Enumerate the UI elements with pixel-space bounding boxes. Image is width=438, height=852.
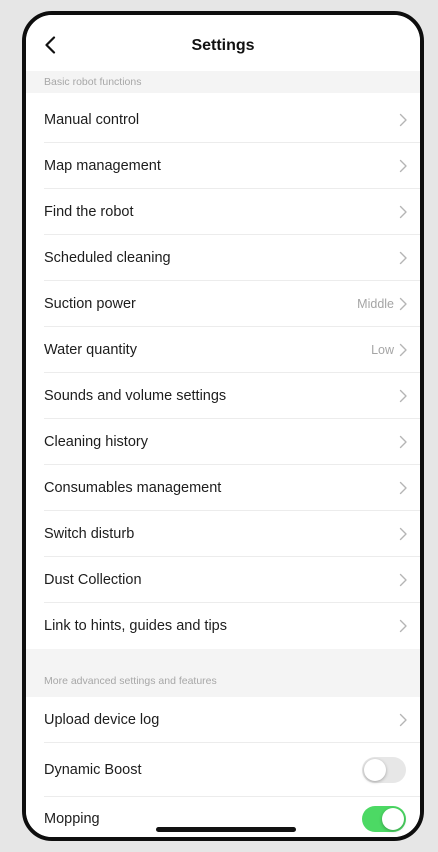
row-label: Find the robot [44,204,134,220]
row-label: Sounds and volume settings [44,388,227,404]
row-label: Dynamic Boost [44,762,142,778]
row-upload-device-log[interactable]: Upload device log [26,697,420,743]
row-label: Consumables management [44,480,222,496]
mopping-toggle[interactable] [362,806,406,832]
row-label: Manual control [44,112,140,128]
row-label: Map management [44,158,161,174]
home-indicator[interactable] [156,827,296,832]
phone-frame: Settings Basic robot functions Manual co… [22,11,424,841]
page-title: Settings [191,37,255,54]
row-suction-power[interactable]: Suction power Middle [26,281,420,327]
row-map-management[interactable]: Map management [26,143,420,189]
row-find-the-robot[interactable]: Find the robot [26,189,420,235]
row-label: Link to hints, guides and tips [44,618,227,634]
row-cleaning-history[interactable]: Cleaning history [26,419,420,465]
row-consumables-management[interactable]: Consumables management [26,465,420,511]
navigation-bar: Settings [26,15,420,71]
dynamic-boost-toggle[interactable] [362,757,406,783]
row-water-quantity[interactable]: Water quantity Low [26,327,420,373]
row-label: Switch disturb [44,526,135,542]
chevron-right-icon [399,573,407,587]
section-header-advanced: More advanced settings and features [26,649,420,697]
row-scheduled-cleaning[interactable]: Scheduled cleaning [26,235,420,281]
row-sounds-volume[interactable]: Sounds and volume settings [26,373,420,419]
row-label: Water quantity [44,342,137,358]
row-value: Low [371,343,394,357]
row-label: Cleaning history [44,434,148,450]
row-switch-disturb[interactable]: Switch disturb [26,511,420,557]
row-label: Upload device log [44,712,160,728]
row-hints-guides-tips[interactable]: Link to hints, guides and tips [26,603,420,649]
chevron-right-icon [399,389,407,403]
toggle-knob [382,808,404,830]
chevron-right-icon [399,159,407,173]
chevron-right-icon [399,205,407,219]
toggle-knob [364,759,386,781]
chevron-right-icon [399,481,407,495]
row-label: Dust Collection [44,572,142,588]
chevron-right-icon [399,297,407,311]
row-label: Mopping [44,811,100,827]
chevron-right-icon [399,619,407,633]
chevron-right-icon [399,527,407,541]
row-value: Middle [357,297,394,311]
chevron-right-icon [399,343,407,357]
row-label: Suction power [44,296,136,312]
row-dynamic-boost: Dynamic Boost [26,743,420,797]
chevron-right-icon [399,251,407,265]
chevron-right-icon [399,113,407,127]
row-manual-control[interactable]: Manual control [26,97,420,143]
section-header-basic: Basic robot functions [26,71,420,93]
chevron-right-icon [399,713,407,727]
chevron-right-icon [399,435,407,449]
row-mopping: Mopping [26,797,420,837]
row-dust-collection[interactable]: Dust Collection [26,557,420,603]
row-label: Scheduled cleaning [44,250,171,266]
